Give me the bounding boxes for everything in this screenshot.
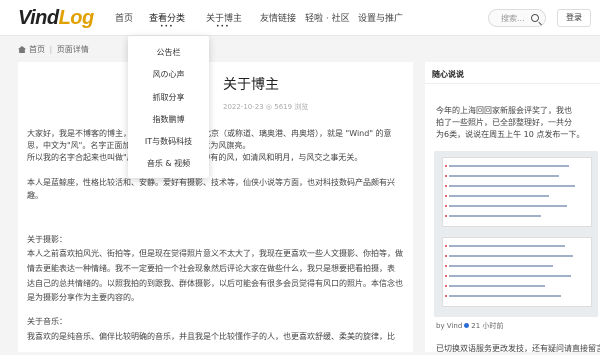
- text-row: [449, 195, 549, 197]
- paragraph: 达自己的总共情绪的。以照我拍的到跟我、群体摄影，以后可能会有很多会员觉得有风口的…: [27, 279, 403, 288]
- bullet: [445, 215, 447, 217]
- text-row: [449, 165, 569, 167]
- dropdown-item-announcements[interactable]: 公告栏: [128, 47, 209, 58]
- page-title: 关于博主: [223, 77, 279, 93]
- nav-item-links[interactable]: 友情链接: [260, 11, 296, 24]
- nav-item-settings[interactable]: 设置与推广: [358, 11, 403, 24]
- screenshot-thumbnail: [442, 237, 592, 307]
- sidebar-moments: 随心说说 今年的上海回回家新服会评奖了，我也 拍了一些照片，已全部整理好，一共分…: [425, 62, 600, 353]
- text-row: [449, 215, 541, 217]
- nav-more-dots: •••: [160, 23, 174, 30]
- moment-author[interactable]: by Vind: [436, 322, 462, 330]
- moment-image[interactable]: [434, 151, 598, 317]
- moment-meta: by Vind 21 小时前: [436, 321, 503, 331]
- search-icon[interactable]: [531, 14, 539, 22]
- bullet: [445, 285, 447, 287]
- paragraph: 大家好，我是不博客的博主，是来自中国北部城市北京（或称道、璃奥港、冉奥塔），就是…: [27, 129, 392, 138]
- bullet: [445, 245, 447, 247]
- text-row: [449, 265, 553, 267]
- text-row: [449, 175, 559, 177]
- dropdown-item-wind-voice[interactable]: 风の心声: [128, 69, 209, 80]
- paragraph: 趣。: [27, 191, 43, 200]
- text-row: [449, 295, 561, 297]
- paragraph: 我喜欢的是纯音乐、偏伴比较明确的音乐，并且我是个比较懂作子的人，也更喜欢舒缓、柔…: [27, 332, 395, 341]
- search-input[interactable]: 搜索...: [501, 13, 525, 24]
- paragraph: 本人是蓝鲸座，性格比较活和、安静。爱好有摄影、技术等，仙侠小说等方面，也对科技数…: [27, 178, 395, 187]
- section-heading: 关于摄影：: [27, 235, 67, 244]
- dropdown-item-it-tech[interactable]: IT与数码科技: [128, 136, 209, 147]
- bullet: [445, 185, 447, 187]
- nav-more-dots-2: •••: [216, 23, 230, 30]
- dropdown-item-sharing[interactable]: 抓取分享: [128, 92, 209, 103]
- nav-item-home[interactable]: 首页: [115, 11, 133, 24]
- screenshot-thumbnail: [442, 157, 592, 227]
- paragraph: 是为摄影分享作为主要内容的。: [27, 293, 139, 302]
- top-navbar: VindLog 首页 查看分类 ••• 关于博主 ••• 友情链接 轻啦 · 社…: [0, 0, 600, 36]
- moment-text-line: 今年的上海回回家新服会评奖了，我也: [436, 106, 572, 115]
- verified-icon: [464, 323, 470, 328]
- text-row: [449, 205, 567, 207]
- bullet: [445, 165, 447, 167]
- site-logo[interactable]: VindLog: [18, 7, 94, 30]
- nav-item-community[interactable]: 轻啦 · 社区: [305, 11, 350, 24]
- text-row: [449, 275, 571, 277]
- bullet: [445, 205, 447, 207]
- dropdown-item-music-video[interactable]: 音乐 & 视频: [128, 158, 209, 169]
- paragraph: 情去更能表达一种情绪。我不一定要拍一个社会现象然后评论大家在做些什么，我只是想要…: [27, 264, 395, 273]
- bullet: [445, 265, 447, 267]
- text-row: [449, 285, 545, 287]
- moment-text-line: 为6类，说说在周五上午 10 点发布一下。: [436, 130, 585, 139]
- breadcrumb-current: 页面详情: [56, 45, 89, 54]
- text-row: [449, 255, 573, 257]
- moment-text-line: 拍了一些照片，已全部整理好，一共分: [436, 118, 572, 127]
- home-icon: [18, 46, 26, 53]
- breadcrumb-separator: |: [49, 45, 53, 54]
- bullet: [445, 175, 447, 177]
- breadcrumb-home[interactable]: 首页: [29, 45, 45, 54]
- login-button[interactable]: 登录: [557, 9, 591, 27]
- article-card: 关于博主 2022-10-23 ◎ 5619 浏览 大家好，我是不博客的博主，是…: [18, 62, 413, 352]
- bullet: [445, 295, 447, 297]
- paragraph: 本人之前喜欢拍风光、街拍等，但是现在觉得照片意义不太大了，我现在更喜欢一些人文摄…: [27, 249, 403, 258]
- bullet: [445, 275, 447, 277]
- text-row: [449, 185, 575, 187]
- moment-time: 21 小时前: [471, 322, 504, 330]
- text-row: [449, 245, 565, 247]
- article-meta: 2022-10-23 ◎ 5619 浏览: [223, 103, 309, 111]
- bullet: [445, 195, 447, 197]
- section-heading: 关于音乐：: [27, 317, 67, 326]
- sidebar-heading: 随心说说: [432, 70, 464, 79]
- category-dropdown-menu: 公告栏 风の心声 抓取分享 指数鹏博 IT与数码科技 音乐 & 视频: [128, 36, 209, 178]
- bullet: [445, 255, 447, 257]
- divider: [425, 83, 600, 84]
- search-box[interactable]: 搜索...: [488, 9, 546, 27]
- moment-text-line: 已切换双语服务更改发技，还有疑问请直接留言: [436, 344, 600, 353]
- dropdown-item-index[interactable]: 指数鹏博: [128, 114, 209, 125]
- breadcrumb: 首页 | 页面详情: [18, 44, 89, 55]
